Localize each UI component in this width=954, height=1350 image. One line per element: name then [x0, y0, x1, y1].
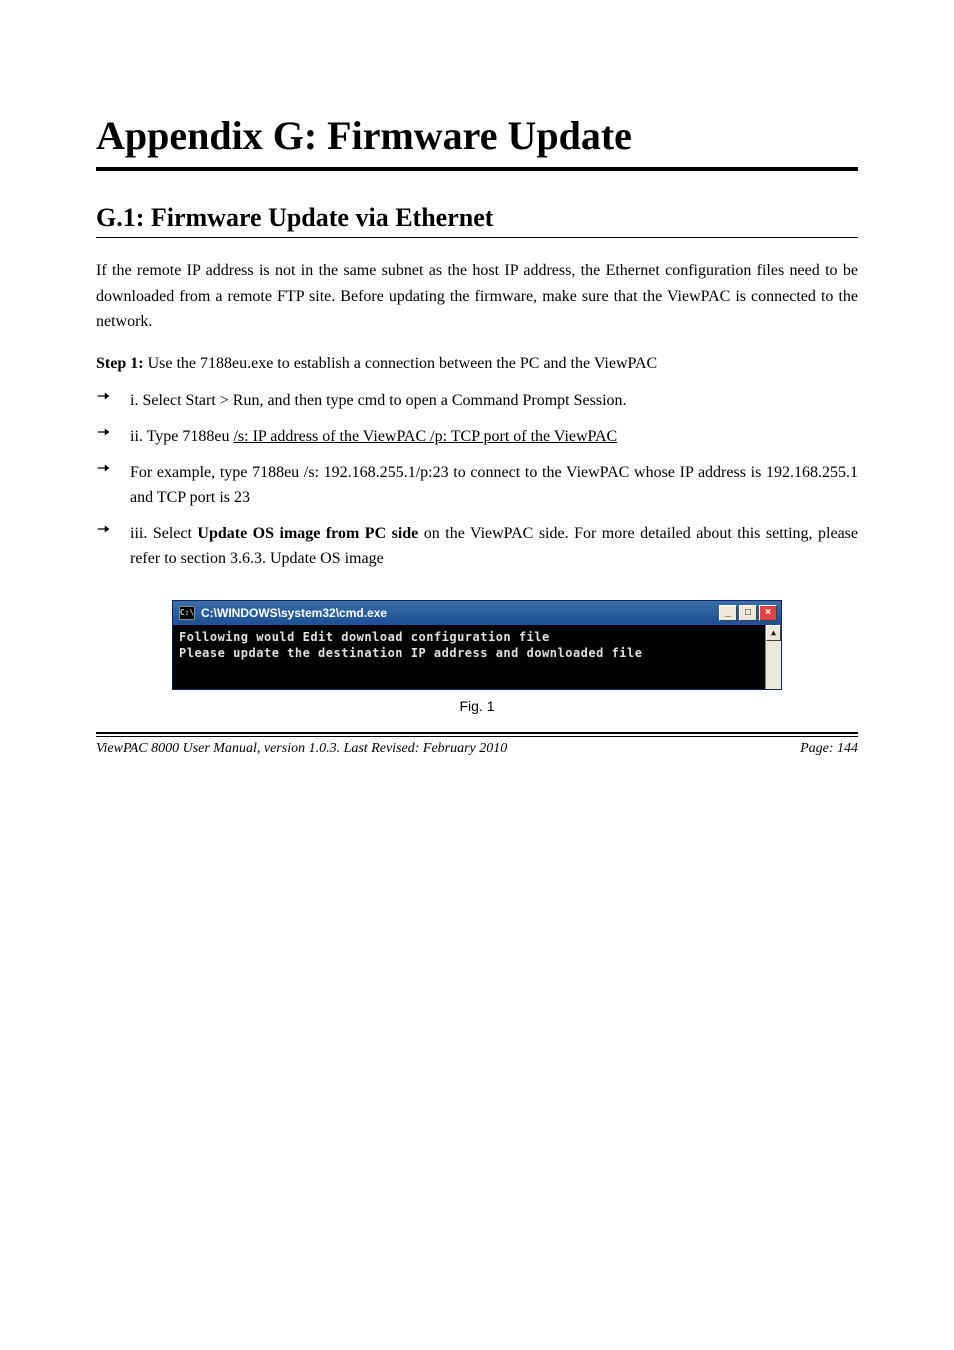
section-title: G.1: Firmware Update via Ethernet [96, 203, 858, 233]
footer-rule-1 [96, 732, 858, 734]
page-footer: ViewPAC 8000 User Manual, version 1.0.3.… [96, 741, 858, 757]
bullet-text: iii. Select Update OS image from PC side… [130, 521, 858, 572]
footer-rule-2 [96, 736, 858, 737]
footer-right: Page: 144 [800, 741, 858, 757]
cmd-icon: C:\ [179, 606, 195, 620]
step-label: Step 1: [96, 355, 144, 372]
cmd-titlebar: C:\ C:\WINDOWS\system32\cmd.exe _ □ × [173, 601, 781, 625]
figure-caption: Fig. 1 [96, 698, 858, 714]
arrow-icon [96, 424, 130, 450]
list-item: i. Select Start > Run, and then type cmd… [96, 388, 858, 414]
cmd-body-wrap: Following would Edit download configurat… [173, 625, 781, 689]
bullet-prefix: ii. Type 7188eu [130, 428, 233, 445]
list-item: ii. Type 7188eu /s: IP address of the Vi… [96, 424, 858, 450]
bullet-bold: Update OS image from PC side [197, 525, 418, 542]
footer-left: ViewPAC 8000 User Manual, version 1.0.3.… [96, 741, 507, 757]
step-text: Use the 7188eu.exe to establish a connec… [148, 355, 658, 372]
list-item: For example, type 7188eu /s: 192.168.255… [96, 460, 858, 511]
arrow-icon [96, 521, 130, 572]
bullet-text: i. Select Start > Run, and then type cmd… [130, 388, 858, 414]
minimize-button[interactable]: _ [719, 605, 737, 621]
arrow-icon [96, 388, 130, 414]
bullet-text: For example, type 7188eu /s: 192.168.255… [130, 460, 858, 511]
scrollbar[interactable]: ▲ [765, 625, 781, 689]
bullet-list: i. Select Start > Run, and then type cmd… [96, 388, 858, 572]
list-item: iii. Select Update OS image from PC side… [96, 521, 858, 572]
scroll-track[interactable] [766, 641, 781, 689]
bullet-text: ii. Type 7188eu /s: IP address of the Vi… [130, 424, 858, 450]
arrow-icon [96, 460, 130, 511]
section-intro: If the remote IP address is not in the s… [96, 258, 858, 335]
cmd-output: Following would Edit download configurat… [173, 625, 765, 689]
scroll-up-icon[interactable]: ▲ [766, 625, 781, 641]
chapter-title: Appendix G: Firmware Update [96, 112, 858, 159]
step-1: Step 1: Use the 7188eu.exe to establish … [96, 351, 858, 377]
titlebar-buttons: _ □ × [719, 605, 777, 621]
bullet-prefix: iii. Select [130, 525, 192, 542]
cmd-title: C:\WINDOWS\system32\cmd.exe [201, 606, 719, 620]
chapter-rule [96, 167, 858, 171]
bullet-underline: /s: IP address of the ViewPAC /p: TCP po… [233, 428, 617, 445]
section-rule [96, 237, 858, 238]
maximize-button[interactable]: □ [739, 605, 757, 621]
cmd-line-2: Please update the destination IP address… [179, 646, 642, 660]
close-button[interactable]: × [759, 605, 777, 621]
cmd-line-1: Following would Edit download configurat… [179, 630, 550, 644]
cmd-window: C:\ C:\WINDOWS\system32\cmd.exe _ □ × Fo… [172, 600, 782, 690]
